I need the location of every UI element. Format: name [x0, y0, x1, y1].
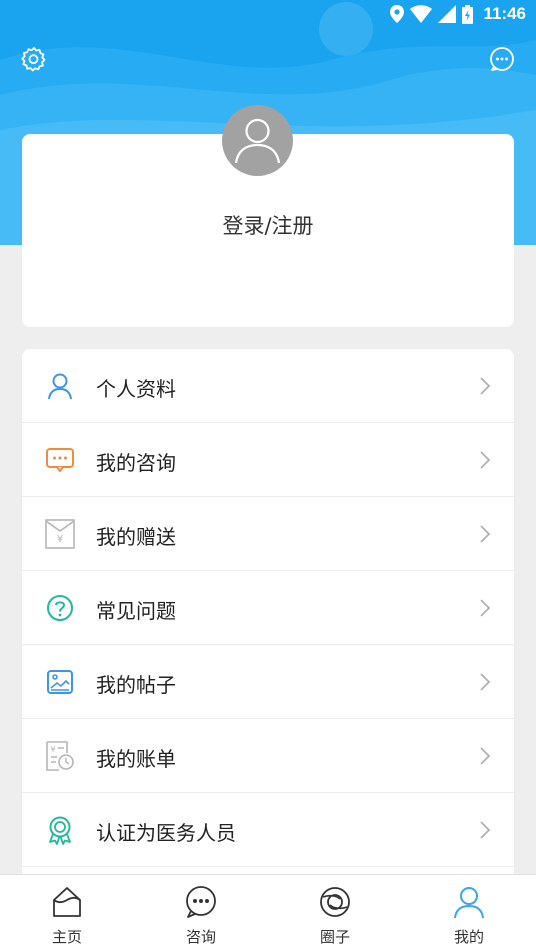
- profile-icon: [454, 887, 484, 919]
- nav-tab-label: 圈子: [319, 928, 350, 946]
- home-icon: [53, 887, 81, 917]
- bottom-nav: 主页 咨询 圈子 我的: [0, 874, 536, 952]
- menu-item-gifts[interactable]: ¥ 我的赠送: [22, 497, 514, 571]
- menu-item-consultations[interactable]: 我的咨询: [22, 423, 514, 497]
- battery-icon: [462, 4, 474, 24]
- consult-icon: [186, 886, 216, 918]
- status-bar: 11:46: [0, 0, 536, 28]
- settings-gear-icon[interactable]: [21, 46, 47, 72]
- location-icon: [390, 5, 405, 23]
- nav-tab-circle[interactable]: 圈子: [268, 875, 402, 952]
- post-image-icon: [47, 670, 73, 694]
- nav-tab-label: 咨询: [185, 928, 216, 946]
- login-register-link[interactable]: 登录/注册: [22, 210, 514, 240]
- chevron-right-icon: [480, 821, 491, 839]
- chevron-right-icon: [480, 377, 491, 395]
- svg-text:¥: ¥: [50, 745, 55, 754]
- menu-item-label: 我的账单: [96, 747, 176, 771]
- circle-icon: [320, 887, 350, 917]
- menu-item-profile[interactable]: 个人资料: [22, 349, 514, 423]
- menu-item-faq[interactable]: 常见问题: [22, 571, 514, 645]
- nav-tab-label: 主页: [51, 928, 82, 946]
- question-icon: [47, 595, 73, 621]
- nav-tab-consult[interactable]: 咨询: [134, 875, 268, 952]
- chevron-right-icon: [480, 599, 491, 617]
- menu-item-label: 我的帖子: [96, 673, 176, 697]
- cellular-signal-icon: [438, 5, 457, 23]
- nav-tab-mine[interactable]: 我的: [402, 875, 536, 952]
- menu-item-label: 认证为医务人员: [96, 821, 236, 845]
- chevron-right-icon: [480, 747, 491, 765]
- menu-item-label: 我的咨询: [96, 451, 176, 475]
- default-avatar-icon: [234, 118, 281, 164]
- menu-item-posts[interactable]: 我的帖子: [22, 645, 514, 719]
- avatar[interactable]: [222, 105, 293, 176]
- menu-item-label: 个人资料: [96, 377, 176, 401]
- message-icon[interactable]: [489, 46, 515, 72]
- status-time: 11:46: [483, 4, 526, 23]
- svg-text:¥: ¥: [57, 534, 63, 545]
- menu-item-bills[interactable]: ¥ 我的账单: [22, 719, 514, 793]
- badge-icon: [49, 816, 71, 845]
- user-icon: [48, 373, 72, 400]
- menu-list: 个人资料 我的咨询 ¥ 我的赠送 常见问题 我的帖子 ¥ 我的账单 认证为医务人…: [22, 349, 514, 889]
- chevron-right-icon: [480, 673, 491, 691]
- menu-item-medical-certification[interactable]: 认证为医务人员: [22, 793, 514, 867]
- nav-tab-home[interactable]: 主页: [0, 875, 134, 952]
- bill-icon: ¥: [46, 741, 74, 771]
- chat-bubble-icon: [46, 448, 74, 472]
- menu-item-label: 常见问题: [96, 599, 176, 623]
- gift-envelope-icon: ¥: [45, 519, 75, 549]
- wifi-icon: [410, 5, 433, 23]
- nav-tab-label: 我的: [453, 928, 484, 946]
- menu-item-label: 我的赠送: [96, 525, 176, 549]
- chevron-right-icon: [480, 451, 491, 469]
- chevron-right-icon: [480, 525, 491, 543]
